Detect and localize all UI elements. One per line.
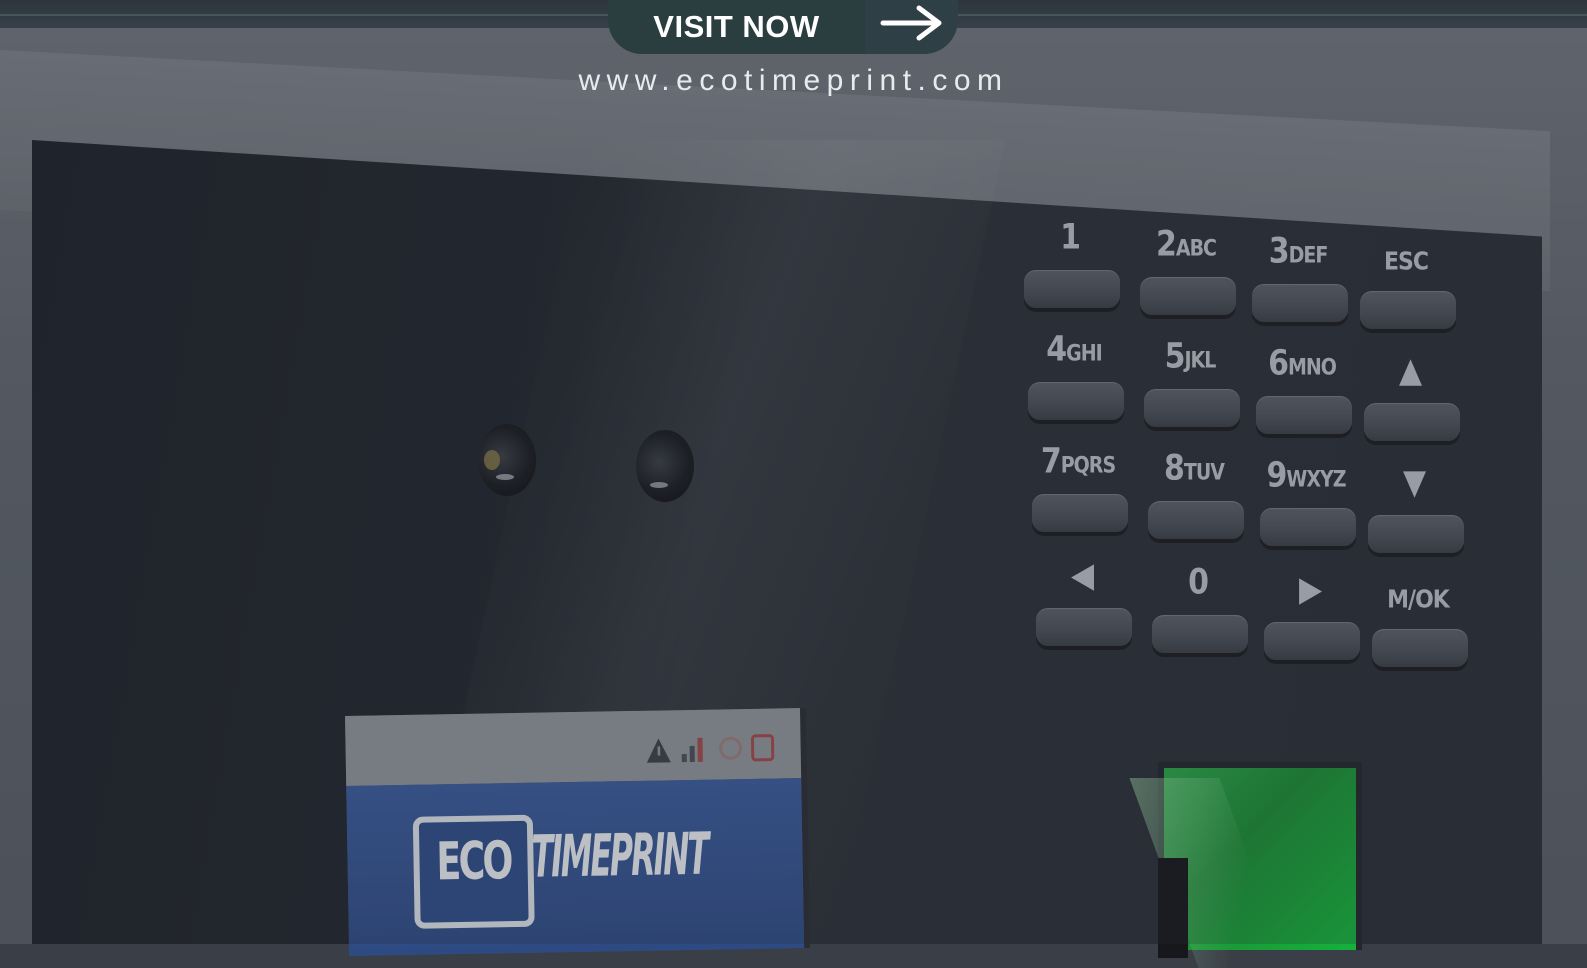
fingerprint-sensor xyxy=(1158,762,1362,958)
keycap[interactable] xyxy=(1028,382,1124,420)
lcd-status-icons xyxy=(645,732,786,768)
key-label: ▼ xyxy=(1402,462,1426,503)
keycap[interactable] xyxy=(1360,291,1456,329)
keycap[interactable] xyxy=(1024,270,1120,308)
keypad: 1 2ABC 3DEF ESC 4GHI 5JKL 6MNO ▲ 7PQRS 8TUV 9WXYZ ▼… xyxy=(1016,217,1476,680)
key-label: 1 xyxy=(1060,217,1081,258)
key-left[interactable]: ◀ xyxy=(1032,555,1132,648)
key-label: 5JKL xyxy=(1164,336,1217,377)
key-3[interactable]: 3DEF xyxy=(1248,231,1348,324)
key-9[interactable]: 9WXYZ xyxy=(1256,455,1356,548)
key-esc[interactable]: ESC xyxy=(1356,241,1456,331)
key-1[interactable]: 1 xyxy=(1020,217,1120,310)
camera-lens-left xyxy=(478,424,536,496)
keycap[interactable] xyxy=(1368,515,1464,553)
key-label: 6MNO xyxy=(1268,343,1337,384)
key-4[interactable]: 4GHI xyxy=(1024,329,1124,422)
website-url[interactable]: www.ecotimeprint.com xyxy=(0,64,1587,98)
visit-now-arrow-button[interactable] xyxy=(865,0,958,54)
key-label: M/OK xyxy=(1387,585,1450,615)
keycap[interactable] xyxy=(1264,622,1360,660)
camera-lens-right xyxy=(636,430,694,502)
warning-icon xyxy=(646,738,671,763)
key-8[interactable]: 8TUV xyxy=(1144,448,1244,541)
key-label: ◀ xyxy=(1070,555,1094,596)
visit-now-label: VISIT NOW xyxy=(653,9,820,44)
device-lcd-screen: ECO TIMEPRINT xyxy=(345,708,805,956)
key-7[interactable]: 7PQRS xyxy=(1028,441,1128,534)
lcd-status-bar xyxy=(345,708,802,786)
keycap[interactable] xyxy=(1152,615,1248,653)
lcd-wallpaper: ECO TIMEPRINT xyxy=(346,778,805,956)
key-label: 2ABC xyxy=(1155,224,1217,265)
key-label: 4GHI xyxy=(1046,329,1102,370)
card-icon xyxy=(719,736,743,760)
key-down[interactable]: ▼ xyxy=(1364,462,1464,555)
arrow-right-icon xyxy=(880,5,942,41)
key-6[interactable]: 6MNO xyxy=(1252,343,1352,436)
key-2[interactable]: 2ABC xyxy=(1136,224,1236,317)
keycap[interactable] xyxy=(1036,608,1132,646)
keycap[interactable] xyxy=(1148,501,1244,539)
key-mok[interactable]: M/OK xyxy=(1368,579,1468,669)
keycap[interactable] xyxy=(1032,494,1128,532)
visit-now-button[interactable]: VISIT NOW xyxy=(608,0,865,54)
key-up[interactable]: ▲ xyxy=(1360,350,1460,443)
key-right[interactable]: ▶ xyxy=(1260,569,1360,662)
keycap[interactable] xyxy=(1252,284,1348,322)
key-label: 8TUV xyxy=(1164,448,1225,489)
network-icon xyxy=(681,737,703,763)
fingerprint-status-icon xyxy=(750,734,775,762)
key-label: ▲ xyxy=(1398,350,1422,391)
keycap[interactable] xyxy=(1364,403,1460,441)
keycap[interactable] xyxy=(1372,629,1468,667)
key-5[interactable]: 5JKL xyxy=(1140,336,1240,429)
visit-now-cta: VISIT NOW xyxy=(608,0,958,54)
key-label: ESC xyxy=(1383,247,1429,277)
keycap[interactable] xyxy=(1140,277,1236,315)
eco-logo-text: ECO xyxy=(435,831,512,893)
keycap[interactable] xyxy=(1260,508,1356,546)
key-label: 3DEF xyxy=(1268,231,1329,272)
keycap[interactable] xyxy=(1144,389,1240,427)
eco-logo-box: ECO xyxy=(412,814,535,929)
keycap[interactable] xyxy=(1256,396,1352,434)
key-label: ▶ xyxy=(1298,569,1322,610)
key-label: 7PQRS xyxy=(1040,441,1116,482)
key-label: 9WXYZ xyxy=(1266,455,1346,496)
timeprint-logo-text: TIMEPRINT xyxy=(530,819,708,891)
key-0[interactable]: 0 xyxy=(1148,562,1248,655)
key-label: 0 xyxy=(1188,562,1209,603)
